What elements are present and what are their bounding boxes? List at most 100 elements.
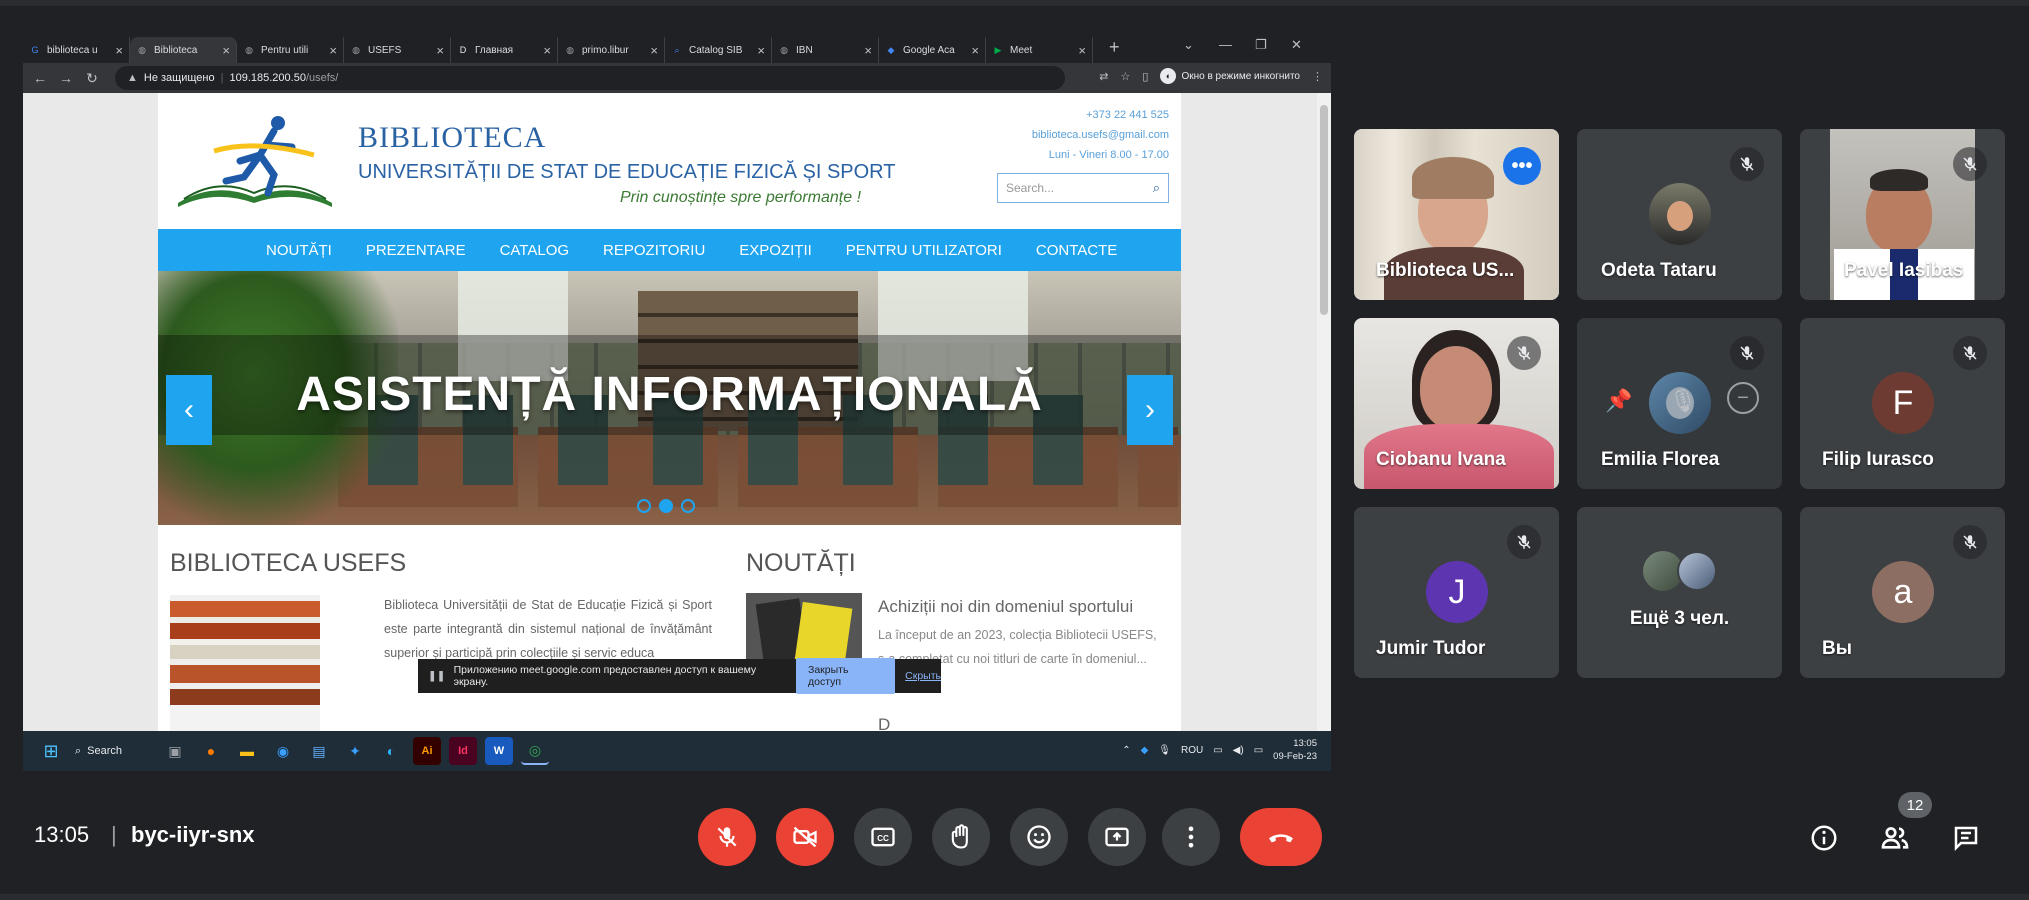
more-options-button[interactable]	[1162, 808, 1220, 866]
battery-icon[interactable]: ▭	[1254, 745, 1263, 756]
site-nav-item[interactable]: CONTACTE	[1036, 242, 1117, 259]
weather-widget-icon[interactable]: ●	[197, 737, 225, 765]
browser-tab[interactable]: ◍ USEFS ×	[344, 37, 451, 63]
network-app-icon[interactable]: ◆	[1141, 745, 1149, 756]
people-button[interactable]	[1875, 818, 1915, 858]
banner-dot[interactable]	[659, 499, 673, 513]
word-icon[interactable]: W	[485, 737, 513, 765]
hide-notification-link[interactable]: Скрыть	[905, 670, 941, 682]
minimize-icon[interactable]: —	[1219, 37, 1232, 52]
participant-tile[interactable]: Pavel Iasibas	[1800, 129, 2005, 300]
participant-tile[interactable]: a Вы	[1800, 507, 2005, 678]
page-scrollbar[interactable]	[1317, 93, 1331, 731]
illustrator-icon[interactable]: Ai	[413, 737, 441, 765]
task-view-icon[interactable]: ▣	[161, 737, 189, 765]
meeting-code[interactable]: byc-iiyr-snx	[131, 822, 255, 848]
site-nav-item[interactable]: PREZENTARE	[366, 242, 466, 259]
reload-icon[interactable]: ↻	[79, 70, 105, 87]
site-nav-item[interactable]: REPOZITORIU	[603, 242, 705, 259]
raise-hand-button[interactable]	[932, 808, 990, 866]
reactions-button[interactable]	[1010, 808, 1068, 866]
pin-icon[interactable]: 📌	[1605, 388, 1632, 414]
wifi-icon[interactable]: ▭	[1213, 745, 1222, 756]
browser-tab[interactable]: D Главная ×	[451, 37, 558, 63]
side-panel-icon[interactable]: ▯	[1142, 70, 1148, 83]
chat-button[interactable]	[1946, 818, 1986, 858]
news-item-title[interactable]: Achiziții noi din domeniul sportului	[878, 597, 1133, 617]
more-options-icon[interactable]: •••	[1503, 147, 1541, 185]
leave-call-button[interactable]	[1240, 808, 1322, 866]
indesign-icon[interactable]: Id	[449, 737, 477, 765]
chrome-icon[interactable]: ◎	[521, 737, 549, 765]
new-tab-button[interactable]: +	[1109, 37, 1120, 58]
browser-tab[interactable]: ◍ Biblioteca ×	[130, 37, 237, 63]
banner-next-button[interactable]: ›	[1127, 375, 1173, 445]
participant-tile[interactable]: ••• Biblioteca US...	[1354, 129, 1559, 300]
close-tab-icon[interactable]: ×	[436, 43, 444, 58]
browser-tab[interactable]: Gbiblioteca u ×	[23, 37, 130, 63]
banner-prev-button[interactable]: ‹	[166, 375, 212, 445]
chevron-up-icon[interactable]: ⌃	[1122, 745, 1130, 756]
close-tab-icon[interactable]: ×	[543, 43, 551, 58]
banner-dot[interactable]	[637, 499, 651, 513]
close-tab-icon[interactable]: ×	[222, 43, 230, 58]
scrollbar-thumb[interactable]	[1320, 105, 1328, 315]
site-nav-item[interactable]: NOUTĂȚI	[266, 242, 332, 259]
language-indicator[interactable]: ROU	[1181, 745, 1203, 756]
microphone-icon[interactable]: 🎙	[1158, 745, 1171, 756]
browser-edge-icon[interactable]: ◉	[269, 737, 297, 765]
banner-dot[interactable]	[681, 499, 695, 513]
mute-participant-icon[interactable]: 🎙	[1669, 388, 1697, 414]
browser-menu-icon[interactable]: ⋮	[1312, 70, 1323, 83]
close-tab-icon[interactable]: ×	[971, 43, 979, 58]
browser-tab[interactable]: ◍ Pentru utili ×	[237, 37, 344, 63]
microphone-toggle-button[interactable]	[698, 808, 756, 866]
close-tab-icon[interactable]: ×	[329, 43, 337, 58]
meeting-details-button[interactable]	[1804, 818, 1844, 858]
forward-icon[interactable]: →	[53, 70, 79, 86]
file-explorer-icon[interactable]: ▬	[233, 737, 261, 765]
windows-start-icon[interactable]: ⊞	[37, 737, 65, 765]
site-search-input[interactable]: Search... ⌕	[997, 173, 1169, 203]
participant-tile[interactable]: Odeta Tataru	[1577, 129, 1782, 300]
browser-tab[interactable]: ◍ primo.libur ×	[558, 37, 665, 63]
browser-tab[interactable]: ▶ Meet ×	[986, 37, 1093, 63]
news-item-title-2[interactable]: D	[878, 715, 890, 731]
close-window-icon[interactable]: ✕	[1291, 37, 1302, 53]
captions-button[interactable]: CC	[854, 808, 912, 866]
maximize-icon[interactable]: ❐	[1255, 37, 1267, 53]
browser-tab[interactable]: ◍ IBN ×	[772, 37, 879, 63]
runner-book-logo-icon[interactable]	[174, 111, 336, 211]
site-nav-item[interactable]: EXPOZIȚII	[739, 242, 812, 259]
translate-icon[interactable]: ⇄	[1099, 70, 1108, 83]
close-tab-icon[interactable]: ×	[1078, 43, 1086, 58]
site-nav-item[interactable]: CATALOG	[500, 242, 569, 259]
close-tab-icon[interactable]: ×	[650, 43, 658, 58]
site-nav-item[interactable]: PENTRU UTILIZATORI	[846, 242, 1002, 259]
photos-app-icon[interactable]: ▤	[305, 737, 333, 765]
incognito-indicator[interactable]: ◐ Окно в режиме инкогнито	[1160, 68, 1300, 84]
contact-email[interactable]: biblioteca.usefs@gmail.com	[1032, 125, 1169, 145]
participant-tile[interactable]: J Jumir Tudor	[1354, 507, 1559, 678]
participant-tile[interactable]: F Filip Iurasco	[1800, 318, 2005, 489]
close-tab-icon[interactable]: ×	[115, 43, 123, 58]
tab-search-icon[interactable]: ⌄	[1183, 37, 1194, 53]
close-tab-icon[interactable]: ×	[864, 43, 872, 58]
remove-participant-icon[interactable]: −	[1727, 382, 1759, 414]
close-tab-icon[interactable]: ×	[757, 43, 765, 58]
taskbar-clock[interactable]: 13:05 09-Feb-23	[1273, 737, 1317, 763]
address-bar[interactable]: ▲ Не защищено | 109.185.200.50 /usefs/	[115, 66, 1065, 90]
search-icon[interactable]: ⌕	[1153, 180, 1160, 196]
safari-icon[interactable]: ✦	[341, 737, 369, 765]
participant-tile[interactable]: Ещё 3 чел.	[1577, 507, 1782, 678]
browser-tab[interactable]: ◆ Google Aca ×	[879, 37, 986, 63]
edge-icon[interactable]: ◐	[377, 737, 405, 765]
taskbar-search[interactable]: ⌕ Search	[75, 737, 151, 765]
bookmark-star-icon[interactable]: ☆	[1121, 70, 1131, 83]
contact-phone[interactable]: +373 22 441 525	[1032, 105, 1169, 125]
participant-tile[interactable]: Ciobanu Ivana	[1354, 318, 1559, 489]
volume-icon[interactable]: ◀)	[1233, 745, 1244, 756]
back-icon[interactable]: ←	[27, 70, 53, 86]
stop-sharing-button[interactable]: Закрыть доступ	[795, 658, 896, 694]
present-screen-button[interactable]	[1088, 808, 1146, 866]
